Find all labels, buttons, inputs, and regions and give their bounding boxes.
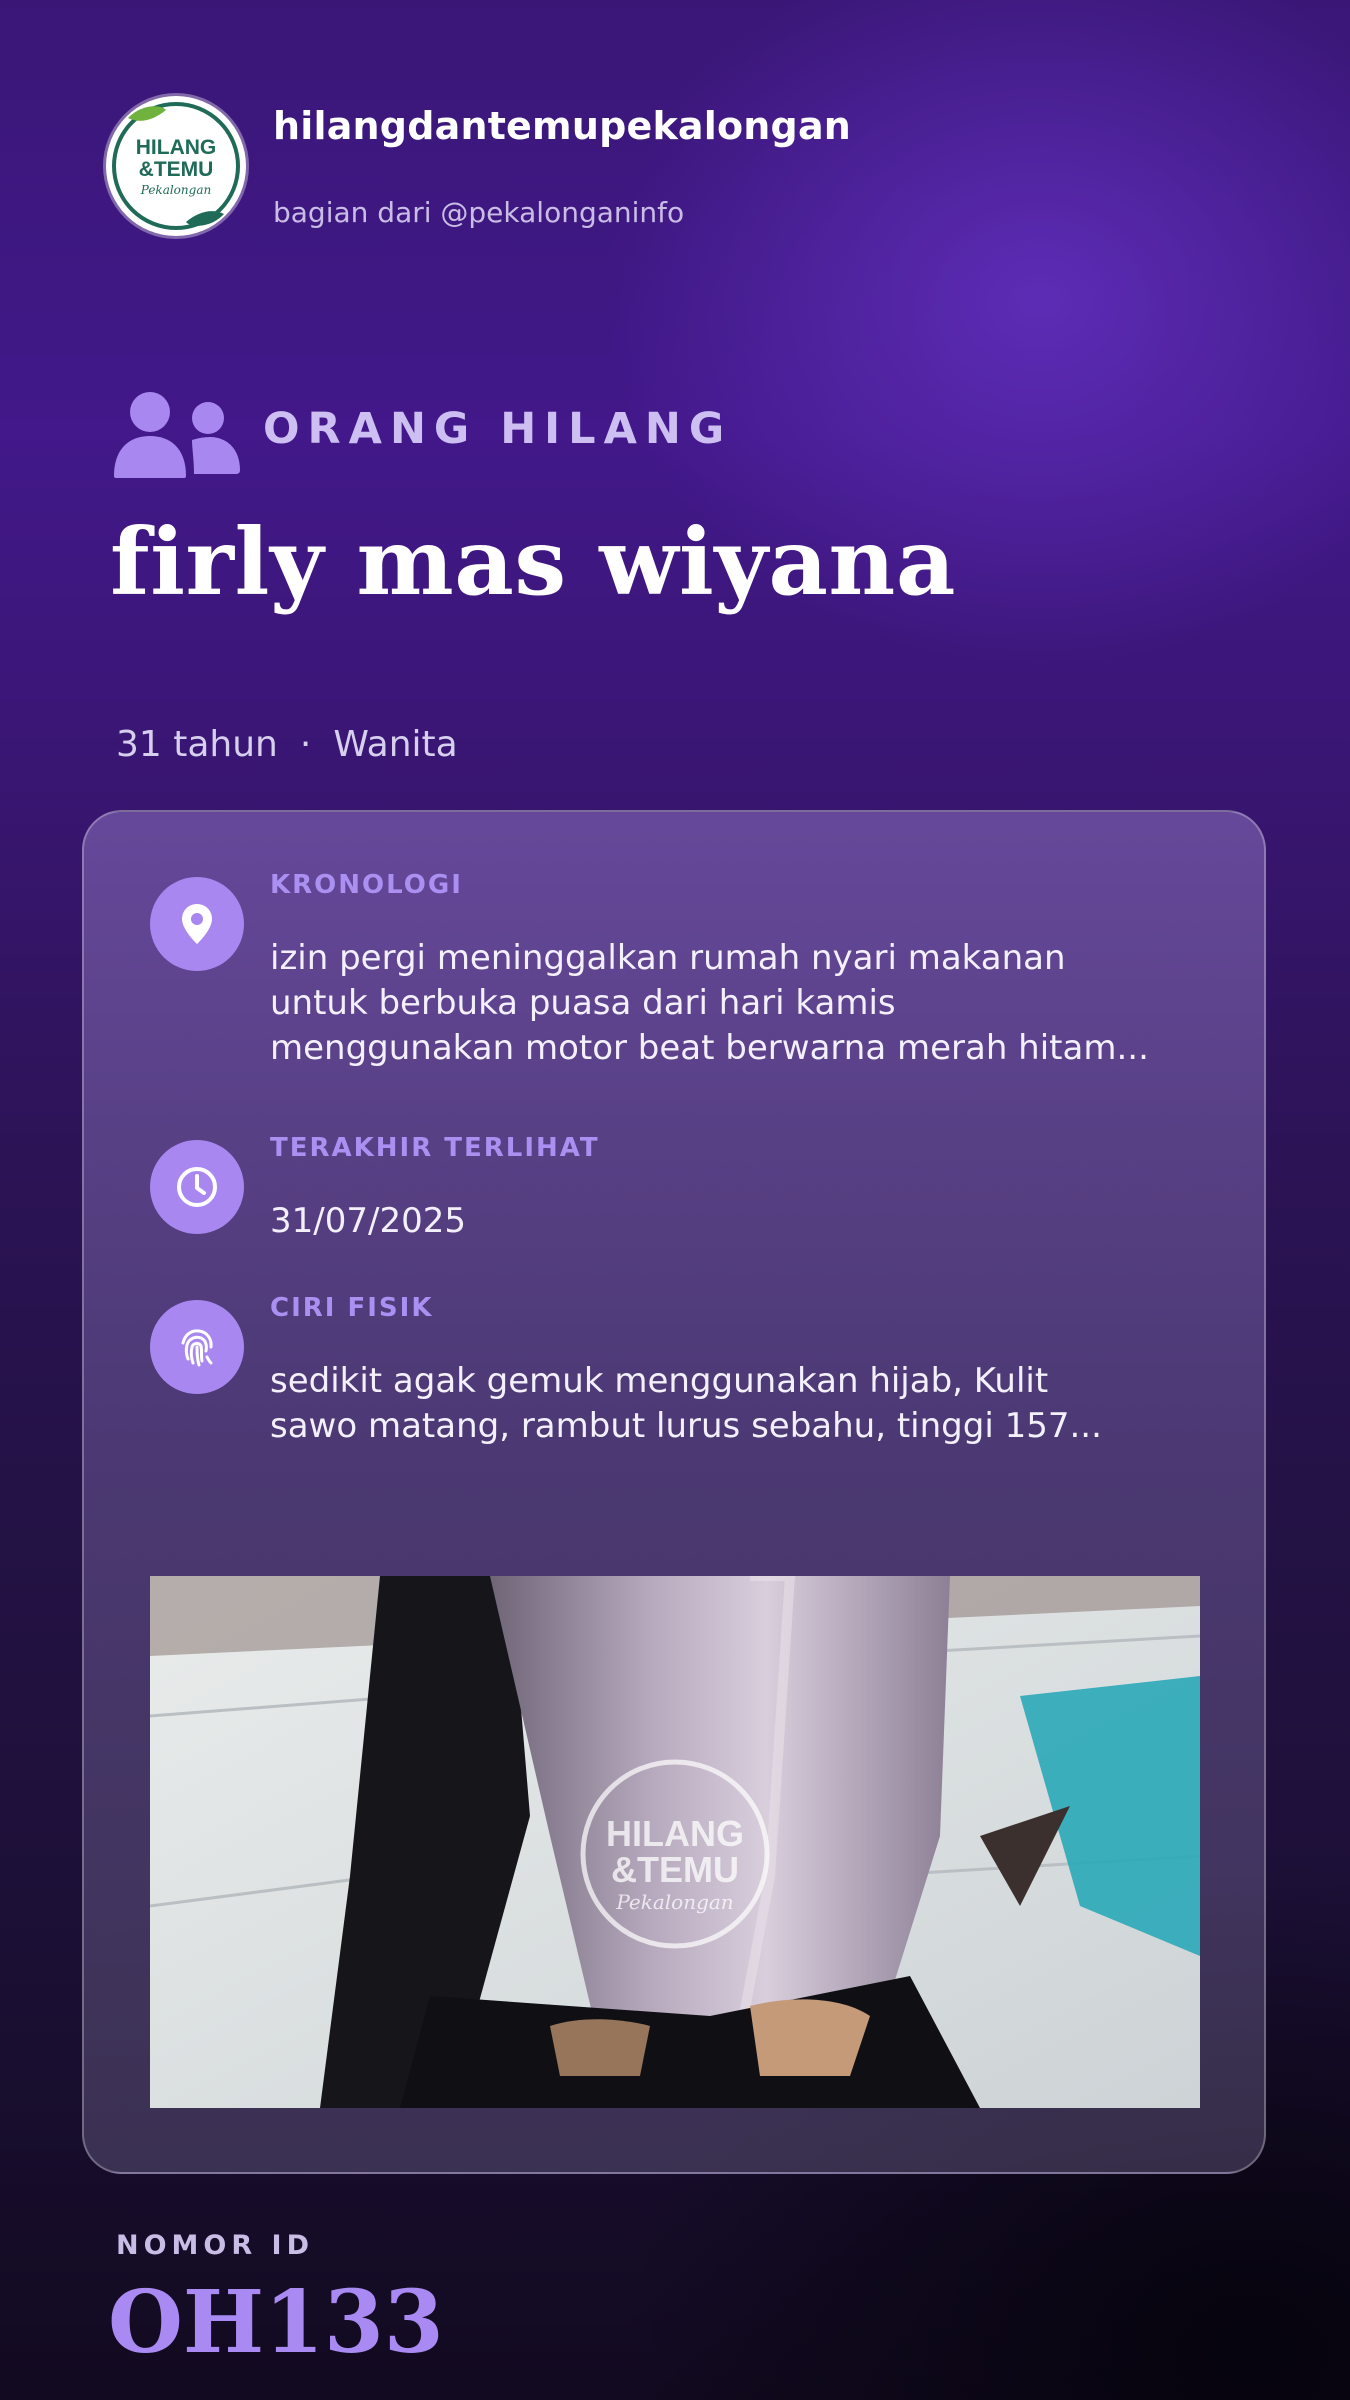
- fingerprint-icon: [150, 1300, 244, 1394]
- logo-line3: Pekalongan: [140, 183, 211, 197]
- watermark-line3: Pekalongan: [615, 1890, 733, 1914]
- logo-line2: &TEMU: [139, 158, 214, 181]
- last-seen-label: TERAKHIR TERLIHAT: [270, 1133, 600, 1163]
- last-seen-date: 31/07/2025: [270, 1201, 466, 1241]
- person-age: 31 tahun: [116, 724, 278, 765]
- kronologi-value: izin pergi meninggalkan rumah nyari maka…: [270, 936, 1170, 1071]
- physical-traits-line: sawo matang, rambut lurus sebahu, tinggi…: [270, 1406, 1102, 1446]
- users-icon: [114, 392, 240, 478]
- account-subtitle: bagian dari @pekalonganinfo: [273, 196, 685, 229]
- clock-icon: [150, 1140, 244, 1234]
- id-value: OH133: [108, 2272, 444, 2373]
- watermark-line1: HILANG: [606, 1813, 744, 1854]
- physical-traits-value: sedikit agak gemuk menggunakan hijab, Ku…: [270, 1359, 1170, 1449]
- physical-traits-line: sedikit agak gemuk menggunakan hijab, Ku…: [270, 1361, 1049, 1401]
- account-name[interactable]: hilangdantemupekalongan: [273, 104, 851, 148]
- person-meta: 31 tahun · Wanita: [116, 724, 458, 765]
- person-gender: Wanita: [333, 724, 458, 765]
- id-label: NOMOR ID: [116, 2230, 315, 2261]
- missing-person-photo[interactable]: HILANG &TEMU Pekalongan: [150, 1576, 1200, 2108]
- hilang-temu-logo-icon: HILANG &TEMU Pekalongan: [112, 102, 240, 230]
- last-seen-value: 31/07/2025: [270, 1199, 1170, 1244]
- kronologi-line: untuk berbuka puasa dari hari kamis: [270, 983, 896, 1023]
- person-name: firly mas wiyana: [110, 508, 956, 616]
- watermark-line2: &TEMU: [611, 1849, 739, 1890]
- kronologi-line: izin pergi meninggalkan rumah nyari maka…: [270, 938, 1066, 978]
- location-pin-icon: [150, 877, 244, 971]
- logo-line1: HILANG: [136, 136, 217, 159]
- physical-traits-label: CIRI FISIK: [270, 1293, 434, 1323]
- account-logo[interactable]: HILANG &TEMU Pekalongan: [106, 96, 246, 236]
- kronologi-label: KRONOLOGI: [270, 870, 463, 900]
- category-label: ORANG HILANG: [263, 404, 733, 454]
- photo-image: HILANG &TEMU Pekalongan: [150, 1576, 1200, 2108]
- meta-separator: ·: [299, 724, 312, 765]
- kronologi-line: menggunakan motor beat berwarna merah hi…: [270, 1028, 1149, 1068]
